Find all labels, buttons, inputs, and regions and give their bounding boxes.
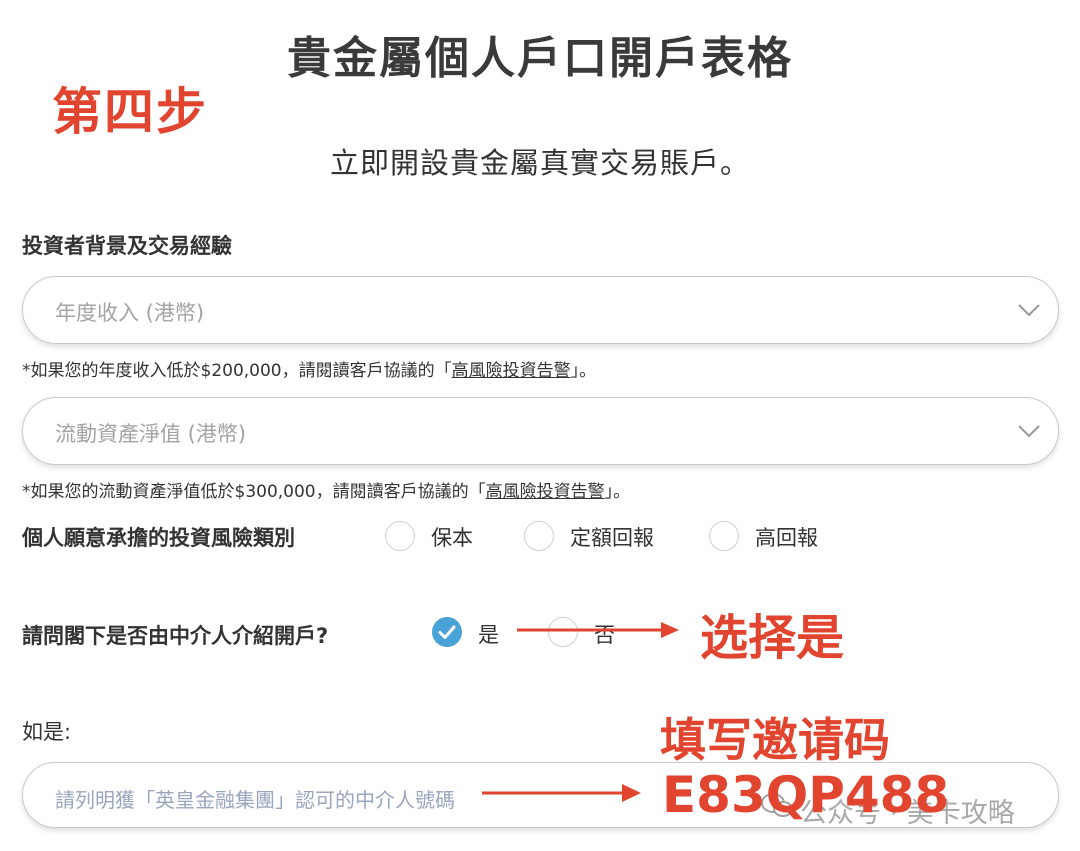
risk-option-fixed-return-label: 定額回報	[570, 526, 654, 550]
chevron-down-icon	[1018, 425, 1040, 438]
liquid-assets-note-suffix: 」。	[604, 482, 631, 502]
chevron-down-icon	[1018, 304, 1040, 317]
referral-question-label: 請問閣下是否由中介人介紹開戶?	[22, 624, 329, 648]
referral-yes-radio[interactable]	[432, 617, 462, 647]
annual-income-note: *如果您的年度收入低於$200,000，請閱讀客戶協議的「高風險投資告警」。	[22, 356, 596, 381]
annual-income-select[interactable]: 年度收入 (港幣)	[22, 276, 1059, 344]
risk-option-high-return-radio[interactable]	[709, 521, 739, 551]
liquid-assets-placeholder: 流動資產淨值 (港幣)	[55, 422, 247, 446]
step-annotation: 第四步	[52, 83, 208, 141]
risk-option-fixed-return-radio[interactable]	[524, 521, 554, 551]
risk-option-capital-protected-radio[interactable]	[385, 521, 415, 551]
annual-income-note-text: *如果您的年度收入低於$200,000，請閱讀客戶協議的「	[22, 361, 452, 381]
referral-code-annotation: E83QP488	[662, 766, 950, 824]
liquid-assets-select[interactable]: 流動資產淨值 (港幣)	[22, 397, 1059, 465]
liquid-assets-note-text: *如果您的流動資產淨值低於$300,000，請閱讀客戶協議的「	[22, 482, 486, 502]
section-heading: 投資者背景及交易經驗	[22, 234, 232, 258]
annotation-arrow-icon	[517, 622, 679, 638]
fill-code-annotation: 填写邀请码	[660, 713, 890, 767]
high-risk-warning-link[interactable]: 高風險投資告警	[452, 361, 571, 381]
high-risk-warning-link[interactable]: 高風險投資告警	[486, 482, 605, 502]
referral-yes-label: 是	[478, 623, 499, 647]
annual-income-placeholder: 年度收入 (港幣)	[55, 301, 205, 325]
annual-income-note-suffix: 」。	[570, 361, 597, 381]
checkmark-icon	[438, 625, 456, 639]
select-yes-annotation: 选择是	[700, 610, 845, 666]
liquid-assets-note: *如果您的流動資產淨值低於$300,000，請閱讀客戶協議的「高風險投資告警」。	[22, 477, 630, 502]
risk-option-capital-protected-label: 保本	[431, 526, 473, 550]
risk-option-high-return-label: 高回報	[755, 526, 818, 550]
referral-detail-label: 如是:	[22, 720, 72, 744]
page-subtitle: 立即開設貴金屬真實交易賬戶。	[329, 146, 750, 180]
referral-number-placeholder: 請列明獲「英皇金融集團」認可的中介人號碼	[55, 788, 455, 812]
annotation-arrow-icon	[482, 784, 641, 802]
risk-category-label: 個人願意承擔的投資風險類別	[22, 526, 295, 550]
